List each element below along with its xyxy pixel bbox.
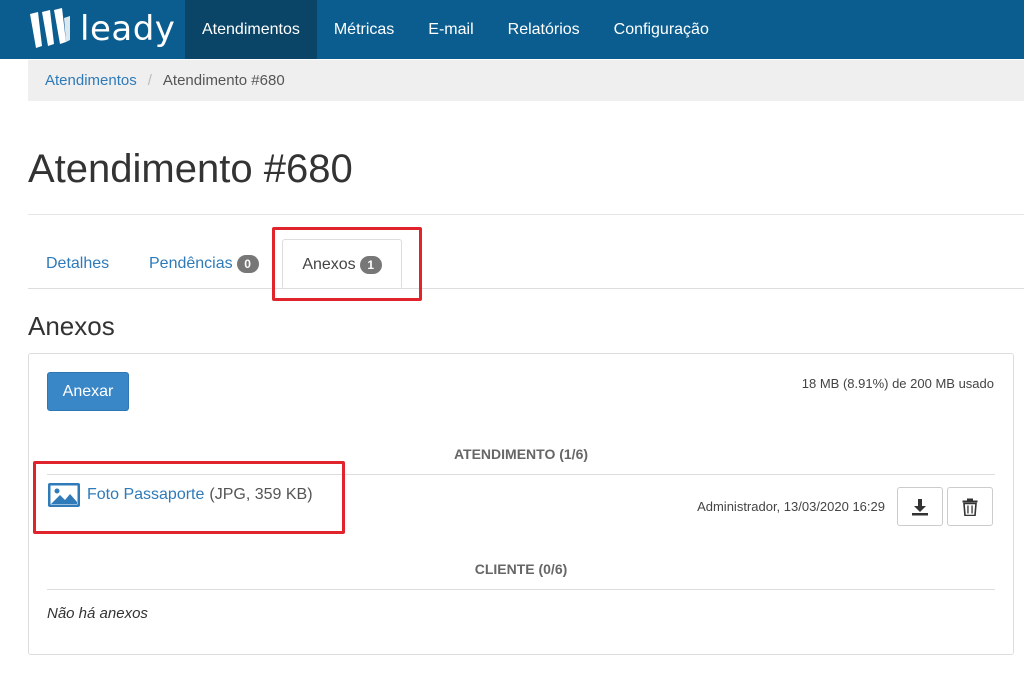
tab-pendencias[interactable]: Pendências 0 — [149, 239, 259, 288]
logo-text: leady — [80, 9, 176, 49]
main-nav: Atendimentos Métricas E-mail Relatórios … — [185, 0, 726, 59]
storage-usage: 18 MB (8.91%) de 200 MB usado — [801, 376, 994, 391]
file-highlight-box — [33, 461, 345, 534]
group-divider — [47, 589, 995, 590]
breadcrumb-link-atendimentos[interactable]: Atendimentos — [45, 72, 137, 89]
group-header-cliente: CLIENTE (0/6) — [474, 561, 568, 577]
tab-bar: Detalhes Pendências 0 Anexos 1 — [28, 239, 1024, 289]
tab-detalhes-label: Detalhes — [46, 255, 110, 272]
group-header-atendimento: ATENDIMENTO (1/6) — [453, 446, 589, 462]
attach-button[interactable]: Anexar — [47, 372, 129, 411]
breadcrumb-separator: / — [147, 72, 152, 89]
breadcrumb-current: Atendimento #680 — [162, 72, 285, 89]
file-author-date: Administrador, 13/03/2020 16:29 — [697, 499, 885, 514]
nav-item-relatorios[interactable]: Relatórios — [491, 0, 597, 59]
nav-item-configuracao[interactable]: Configuração — [597, 0, 726, 59]
delete-button[interactable] — [947, 487, 993, 526]
tab-pendencias-label: Pendências — [149, 255, 233, 272]
logo[interactable]: leady — [28, 6, 175, 52]
download-button[interactable] — [897, 487, 943, 526]
top-navbar: leady Atendimentos Métricas E-mail Relat… — [0, 0, 1024, 59]
logo-mark-icon — [30, 8, 70, 48]
breadcrumb: Atendimentos / Atendimento #680 — [28, 60, 1024, 101]
tab-detalhes[interactable]: Detalhes — [46, 239, 109, 288]
nav-item-metricas[interactable]: Métricas — [317, 0, 411, 59]
download-icon — [912, 498, 928, 515]
title-divider — [28, 214, 1024, 215]
section-title: Anexos — [28, 311, 115, 341]
pendencias-count-badge: 0 — [236, 254, 259, 273]
trash-icon — [962, 498, 978, 516]
nav-item-atendimentos[interactable]: Atendimentos — [185, 0, 317, 59]
tab-highlight-box — [272, 227, 422, 301]
page-title: Atendimento #680 — [28, 147, 353, 191]
nav-item-email[interactable]: E-mail — [411, 0, 490, 59]
empty-attachments-text: Não há anexos — [47, 605, 148, 622]
